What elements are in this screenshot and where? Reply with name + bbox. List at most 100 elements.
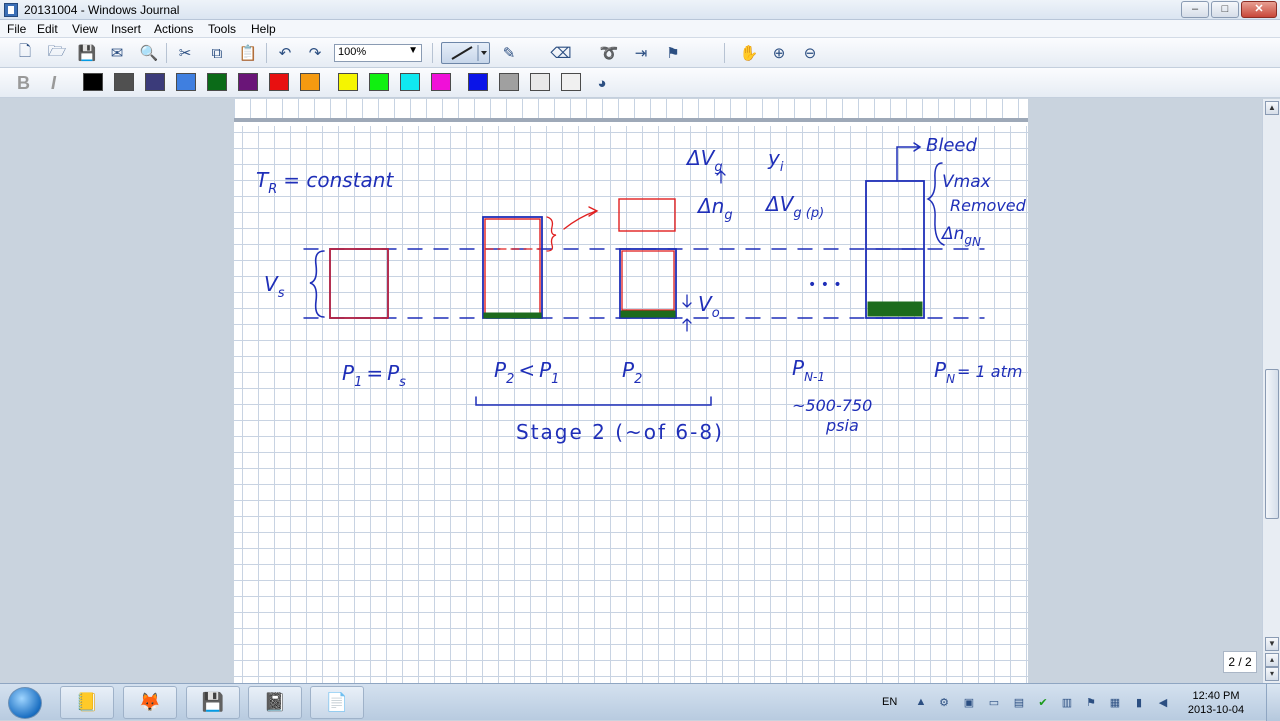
paste-icon[interactable]: 📋 <box>237 43 259 63</box>
menu-actions[interactable]: Actions <box>154 22 193 36</box>
send-email-icon[interactable]: ✉ <box>106 43 128 63</box>
next-page-icon[interactable]: ▾ <box>1265 667 1279 681</box>
vs-brace <box>309 250 325 318</box>
pan-hand-icon[interactable]: ✋ <box>738 43 760 63</box>
menu-view[interactable]: View <box>72 22 98 36</box>
undo-icon[interactable]: ↶ <box>274 43 296 63</box>
zoom-out-icon[interactable]: ⊖ <box>799 43 821 63</box>
toolbar-separator <box>432 43 433 63</box>
clock[interactable]: 12:40 PM 2013-10-04 <box>1180 689 1252 717</box>
tray-flag-icon[interactable]: ⚑ <box>1084 696 1098 710</box>
flag-icon[interactable]: ⚑ <box>662 43 684 63</box>
scroll-down-icon[interactable]: ▼ <box>1265 637 1279 651</box>
color-swatch[interactable] <box>176 73 196 91</box>
box-2-blue <box>482 216 543 319</box>
tray-monitor-icon[interactable]: ▤ <box>1012 696 1026 710</box>
bold-button[interactable]: B <box>17 73 30 94</box>
tray-battery-icon[interactable]: ▮ <box>1132 696 1146 710</box>
search-icon[interactable]: 🔍 <box>138 43 160 63</box>
color-swatch[interactable] <box>468 73 488 91</box>
v0-arrow-down <box>682 294 692 308</box>
tray-tool-icon[interactable]: ⚙ <box>937 696 951 710</box>
scroll-thumb[interactable] <box>1265 369 1279 519</box>
menu-file[interactable]: File <box>7 22 26 36</box>
eraser-icon[interactable]: ⌫ <box>550 43 572 63</box>
menu-insert[interactable]: Insert <box>111 22 141 36</box>
tray-volume-icon[interactable]: ◀ <box>1156 696 1170 710</box>
menu-help[interactable]: Help <box>251 22 276 36</box>
show-desktop-button[interactable] <box>1266 684 1280 721</box>
menu-tools[interactable]: Tools <box>208 22 236 36</box>
red-brace <box>546 216 557 252</box>
menu-edit[interactable]: Edit <box>37 22 58 36</box>
menu-bar: File Edit View Insert Actions Tools Help <box>0 20 1280 38</box>
window-title: 20131004 - Windows Journal <box>24 3 180 17</box>
redo-icon[interactable]: ↷ <box>304 43 326 63</box>
box-3-gas <box>618 198 676 232</box>
bleed-label: Bleed <box>926 135 977 156</box>
pn-label: PN = 1 atm <box>934 358 1022 386</box>
color-swatch[interactable] <box>207 73 227 91</box>
stage-bracket <box>475 396 712 406</box>
zoom-dropdown[interactable]: 100% ▼ <box>334 44 422 62</box>
tray-window-icon[interactable]: ▭ <box>987 696 1001 710</box>
copy-icon[interactable]: ⧉ <box>206 43 228 63</box>
box-3-blue <box>619 248 677 319</box>
new-note-icon[interactable]: 🗋 <box>14 43 36 63</box>
highlighter-icon[interactable]: ✎ <box>498 43 520 63</box>
color-swatch[interactable] <box>431 73 451 91</box>
zoom-in-icon[interactable]: ⊕ <box>768 43 790 63</box>
previous-page-icon[interactable]: ▴ <box>1265 653 1279 667</box>
save-icon[interactable]: 💾 <box>76 43 98 63</box>
insert-space-icon[interactable]: ⇥ <box>630 43 652 63</box>
color-swatch[interactable] <box>530 73 550 91</box>
pdf-icon[interactable]: 📄 <box>310 686 364 719</box>
vertical-scrollbar[interactable]: ▲ ▼ ▴ ▾ <box>1262 99 1280 683</box>
color-swatch[interactable] <box>499 73 519 91</box>
color-swatch[interactable] <box>83 73 103 91</box>
pen-icon <box>451 45 487 61</box>
color-swatch[interactable] <box>145 73 165 91</box>
tray-check-icon[interactable]: ✔ <box>1036 696 1050 710</box>
tray-doc-icon[interactable]: ▥ <box>1060 696 1074 710</box>
save-disk-icon[interactable]: 💾 <box>186 686 240 719</box>
journal-notes-icon[interactable]: 📒 <box>60 686 114 719</box>
color-swatch[interactable] <box>561 73 581 91</box>
color-swatch[interactable] <box>400 73 420 91</box>
color-swatch[interactable] <box>238 73 258 91</box>
color-swatch[interactable] <box>300 73 320 91</box>
close-button[interactable]: ✕ <box>1241 1 1277 18</box>
journal-page[interactable]: TR = constant Vs ΔVg yi Δng ΔVg (p) Vo • … <box>234 99 1028 683</box>
tray-drive-icon[interactable]: ▣ <box>962 696 976 710</box>
clock-date: 2013-10-04 <box>1187 704 1245 716</box>
color-swatch[interactable] <box>338 73 358 91</box>
color-wheel-icon[interactable]: ◕ <box>591 73 613 93</box>
lasso-icon[interactable]: ➰ <box>598 43 620 63</box>
pen-button[interactable] <box>441 42 490 64</box>
color-swatch[interactable] <box>369 73 389 91</box>
journal-app-icon[interactable] <box>4 3 18 17</box>
start-button[interactable] <box>8 687 42 719</box>
handwriting-layer: TR = constant Vs ΔVg yi Δng ΔVg (p) Vo • … <box>256 135 1027 444</box>
minimize-button[interactable]: – <box>1181 1 1209 18</box>
color-swatch[interactable] <box>269 73 289 91</box>
box-1-red <box>329 248 389 319</box>
journal-app-icon[interactable]: 📓 <box>248 686 302 719</box>
maximize-button[interactable]: □ <box>1211 1 1239 18</box>
language-indicator[interactable]: EN <box>882 696 897 708</box>
delta-vgp-label: ΔVg (p) <box>764 192 824 221</box>
open-icon[interactable]: 🗁 <box>46 43 68 63</box>
scroll-up-icon[interactable]: ▲ <box>1265 101 1279 115</box>
tray-up-icon[interactable]: ▲ <box>914 696 928 710</box>
firefox-icon[interactable]: 🦊 <box>123 686 177 719</box>
italic-button[interactable]: I <box>51 73 56 94</box>
delta-ngn-label: ΔngN <box>940 224 981 249</box>
color-swatch[interactable] <box>114 73 134 91</box>
tray-network-icon[interactable]: ▦ <box>1108 696 1122 710</box>
box-3-liquid <box>620 310 676 318</box>
v0-arrow-up <box>682 318 692 332</box>
v-s-label: Vs <box>264 272 285 301</box>
t-r-label: TR = constant <box>256 168 394 197</box>
cut-icon[interactable]: ✂ <box>174 43 196 63</box>
box-2-liquid <box>483 312 542 319</box>
